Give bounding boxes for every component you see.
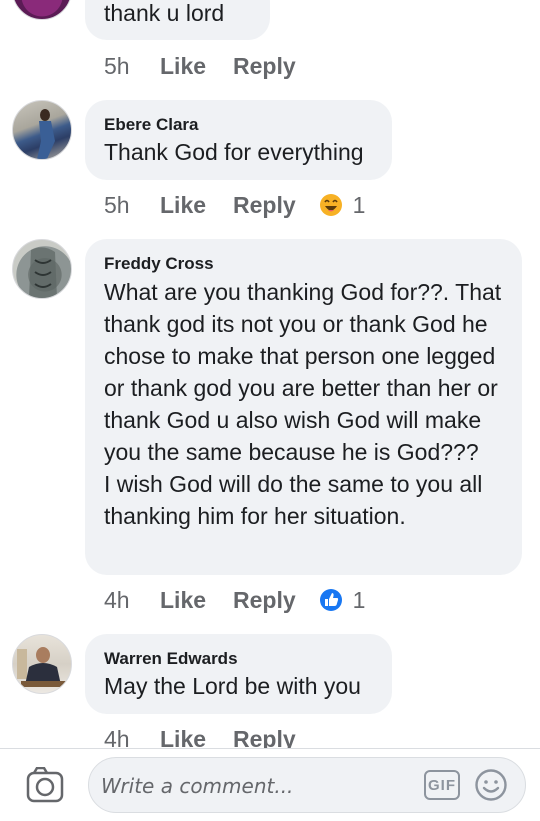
camera-icon[interactable] xyxy=(26,767,64,803)
like-button[interactable]: Like xyxy=(160,53,206,80)
comment-time: 5h xyxy=(104,191,130,218)
like-icon xyxy=(319,589,342,611)
tattoo-arm-icon xyxy=(29,247,57,298)
comment-bubble: thank u lord xyxy=(85,0,270,40)
comment-actions: 5h Like Reply xyxy=(104,51,323,81)
commenter-name[interactable]: Warren Edwards xyxy=(104,649,238,669)
person-at-desk-icon xyxy=(17,647,67,687)
comment-bubble: Freddy Cross What are you thanking God f… xyxy=(85,239,522,575)
comment-text: May the Lord be with you xyxy=(104,673,361,699)
commenter-avatar[interactable] xyxy=(12,239,72,299)
comment-time: 5h xyxy=(104,52,130,79)
reply-button[interactable]: Reply xyxy=(233,53,296,80)
reaction-count: 1 xyxy=(352,586,366,613)
comment-actions: 4h Like Reply 1 xyxy=(104,585,365,615)
haha-icon xyxy=(319,194,342,216)
commenter-name[interactable]: Freddy Cross xyxy=(104,254,214,274)
comment-text: thank u lord xyxy=(104,0,225,26)
reply-button[interactable]: Reply xyxy=(233,192,296,219)
comment-input[interactable] xyxy=(99,758,403,814)
like-button[interactable]: Like xyxy=(160,192,206,219)
commenter-name[interactable]: Ebere Clara xyxy=(104,115,199,135)
comment-time: 4h xyxy=(104,586,130,613)
comment-bubble: Ebere Clara Thank God for everything xyxy=(85,100,392,180)
like-button[interactable]: Like xyxy=(160,587,206,614)
comment-text: What are you thanking God for??. That th… xyxy=(104,276,512,532)
comment-text: Thank God for everything xyxy=(104,139,364,165)
emoji-icon[interactable] xyxy=(474,768,508,802)
commenter-avatar[interactable] xyxy=(12,634,72,694)
comment-composer: GIF xyxy=(0,749,540,821)
comment-bubble: Warren Edwards May the Lord be with you xyxy=(85,634,392,714)
comment-box[interactable]: GIF xyxy=(88,757,526,814)
person-silhouette-icon xyxy=(37,109,55,159)
commenter-avatar[interactable] xyxy=(12,100,72,160)
gif-icon[interactable]: GIF xyxy=(424,770,460,800)
commenter-avatar[interactable] xyxy=(12,0,72,20)
reaction-summary[interactable]: 1 xyxy=(319,191,366,219)
comment-actions: 5h Like Reply 1 xyxy=(104,190,365,220)
reply-button[interactable]: Reply xyxy=(233,587,296,614)
comment-text-line: What are you thanking God for??. That th… xyxy=(104,279,502,529)
reaction-summary[interactable]: 1 xyxy=(319,586,366,614)
reaction-count: 1 xyxy=(352,191,366,218)
